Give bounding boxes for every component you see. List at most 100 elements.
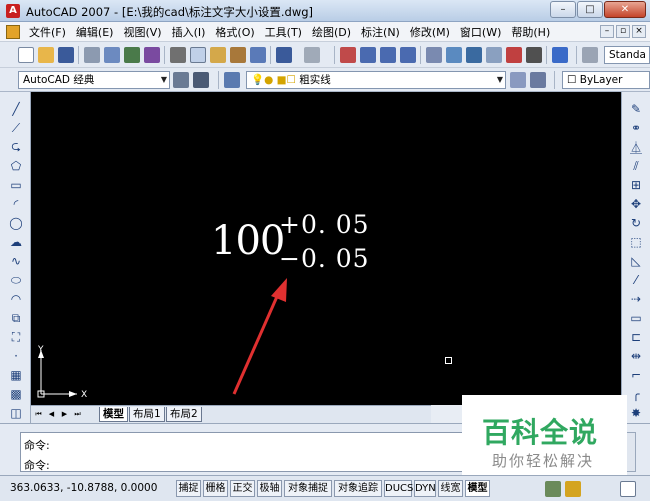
properties-icon[interactable] — [426, 47, 442, 63]
copy-object-icon[interactable]: ⚭ — [628, 121, 644, 135]
snap-toggle[interactable]: 捕捉 — [176, 480, 201, 497]
first-tab-icon[interactable]: ⏮ — [33, 409, 44, 420]
break-icon[interactable]: ⊏ — [628, 330, 644, 344]
make-block-icon[interactable]: ⛶ — [8, 330, 24, 344]
chamfer-icon[interactable]: ⌐ — [628, 368, 644, 382]
doc-minimize-icon[interactable]: – — [600, 25, 614, 38]
polyline-icon[interactable]: ⮎ — [8, 139, 24, 154]
zoom-previous-icon[interactable] — [400, 47, 416, 63]
match-properties-icon[interactable] — [230, 47, 246, 63]
fillet-icon[interactable]: ╭ — [628, 387, 644, 401]
make-layer-current-icon[interactable] — [510, 72, 526, 88]
cut-icon[interactable] — [170, 47, 186, 63]
maximize-button[interactable]: □ — [577, 1, 603, 18]
design-center-icon[interactable] — [446, 47, 462, 63]
redo-icon[interactable] — [304, 47, 320, 63]
horizontal-scrollbar[interactable] — [431, 405, 462, 423]
color-dropdown[interactable]: ☐ ByLayer — [562, 71, 650, 89]
menu-edit[interactable]: 编辑(E) — [71, 24, 119, 40]
menu-modify[interactable]: 修改(M) — [405, 24, 455, 40]
undo-icon[interactable] — [276, 47, 292, 63]
hatch-icon[interactable]: ▦ — [8, 368, 24, 382]
array-icon[interactable]: ⊞ — [628, 178, 644, 192]
ducs-toggle[interactable]: DUCS — [384, 480, 413, 497]
osnap-toggle[interactable]: 对象捕捉 — [284, 480, 332, 497]
point-icon[interactable]: · — [8, 349, 24, 363]
minimize-button[interactable]: – — [550, 1, 576, 18]
menu-help[interactable]: 帮助(H) — [506, 24, 555, 40]
new-file-icon[interactable] — [18, 47, 34, 63]
coordinate-readout[interactable]: 363.0633, -10.8788, 0.0000 — [10, 482, 157, 494]
layer-previous-icon[interactable] — [530, 72, 546, 88]
polygon-icon[interactable]: ⬠ — [8, 159, 24, 173]
otrack-toggle[interactable]: 对象追踪 — [334, 480, 382, 497]
open-file-icon[interactable] — [38, 47, 54, 63]
last-tab-icon[interactable]: ⏭ — [72, 409, 83, 420]
prev-tab-icon[interactable]: ◀ — [46, 409, 57, 420]
save-workspace-icon[interactable] — [193, 72, 209, 88]
rotate-icon[interactable]: ↻ — [628, 216, 644, 230]
gradient-icon[interactable]: ▩ — [8, 387, 24, 401]
autocad-logo-icon[interactable]: A — [6, 4, 20, 18]
lineweight-toggle[interactable]: 线宽 — [438, 480, 463, 497]
grid-toggle[interactable]: 栅格 — [203, 480, 228, 497]
polar-toggle[interactable]: 极轴 — [257, 480, 282, 497]
block-editor-icon[interactable] — [250, 47, 266, 63]
tab-model[interactable]: 模型 — [99, 407, 128, 422]
ellipse-icon[interactable]: ⬭ — [8, 273, 24, 287]
ellipse-arc-icon[interactable]: ◠ — [8, 292, 24, 306]
help-icon[interactable] — [552, 47, 568, 63]
menu-tools[interactable]: 工具(T) — [260, 24, 307, 40]
drawing-canvas[interactable]: 100 +0. 05 −0. 05 Y X — [31, 92, 621, 405]
revision-cloud-icon[interactable]: ☁ — [8, 235, 24, 249]
circle-icon[interactable]: ◯ — [8, 216, 24, 230]
plot-preview-icon[interactable] — [104, 47, 120, 63]
move-icon[interactable]: ✥ — [628, 197, 644, 211]
text-style-dropdown[interactable]: Standa — [604, 46, 650, 64]
dwf-icon[interactable] — [144, 47, 160, 63]
spline-icon[interactable]: ∿ — [8, 254, 24, 268]
explode-icon[interactable]: ✸ — [628, 406, 644, 420]
line-icon[interactable]: ╱ — [8, 102, 24, 116]
stretch-icon[interactable]: ◺ — [628, 254, 644, 268]
tool-palettes-icon[interactable] — [466, 47, 482, 63]
model-toggle[interactable]: 模型 — [465, 480, 490, 497]
construction-line-icon[interactable]: ⟋ — [8, 121, 24, 135]
menu-window[interactable]: 窗口(W) — [455, 24, 506, 40]
workspace-settings-icon[interactable] — [173, 72, 189, 88]
layer-dropdown[interactable]: 💡● ■☐ 粗实线 ▼ — [246, 71, 506, 89]
menu-draw[interactable]: 绘图(D) — [307, 24, 356, 40]
save-icon[interactable] — [58, 47, 74, 63]
lock-toolbar-icon[interactable] — [565, 481, 581, 497]
publish-icon[interactable] — [124, 47, 140, 63]
ortho-toggle[interactable]: 正交 — [230, 480, 255, 497]
scale-icon[interactable]: ⬚ — [628, 235, 644, 249]
next-tab-icon[interactable]: ▶ — [59, 409, 70, 420]
text-style-icon[interactable] — [582, 47, 598, 63]
rectangle-icon[interactable]: ▭ — [8, 178, 24, 192]
menu-insert[interactable]: 插入(I) — [167, 24, 211, 40]
extend-icon[interactable]: ⇢ — [628, 292, 644, 306]
plot-icon[interactable] — [84, 47, 100, 63]
doc-close-icon[interactable]: × — [632, 25, 646, 38]
calculator-icon[interactable] — [526, 47, 542, 63]
tab-layout1[interactable]: 布局1 — [129, 407, 165, 422]
menu-dimension[interactable]: 标注(N) — [356, 24, 405, 40]
menu-view[interactable]: 视图(V) — [118, 24, 166, 40]
communication-center-icon[interactable] — [545, 481, 561, 497]
clean-screen-icon[interactable] — [620, 481, 636, 497]
paste-icon[interactable] — [210, 47, 226, 63]
markup-icon[interactable] — [506, 47, 522, 63]
menu-file[interactable]: 文件(F) — [24, 24, 71, 40]
arc-icon[interactable]: ◜ — [8, 197, 24, 211]
trim-icon[interactable]: ⁄ — [628, 273, 644, 287]
region-icon[interactable]: ◫ — [8, 406, 24, 420]
close-button[interactable]: ✕ — [604, 1, 646, 18]
copy-icon[interactable] — [190, 47, 206, 63]
join-icon[interactable]: ⇹ — [628, 349, 644, 363]
break-at-point-icon[interactable]: ▭ — [628, 311, 644, 325]
tab-layout2[interactable]: 布局2 — [166, 407, 202, 422]
pan-icon[interactable] — [340, 47, 356, 63]
insert-block-icon[interactable]: ⧉ — [8, 311, 24, 325]
dyn-toggle[interactable]: DYN — [414, 480, 436, 497]
